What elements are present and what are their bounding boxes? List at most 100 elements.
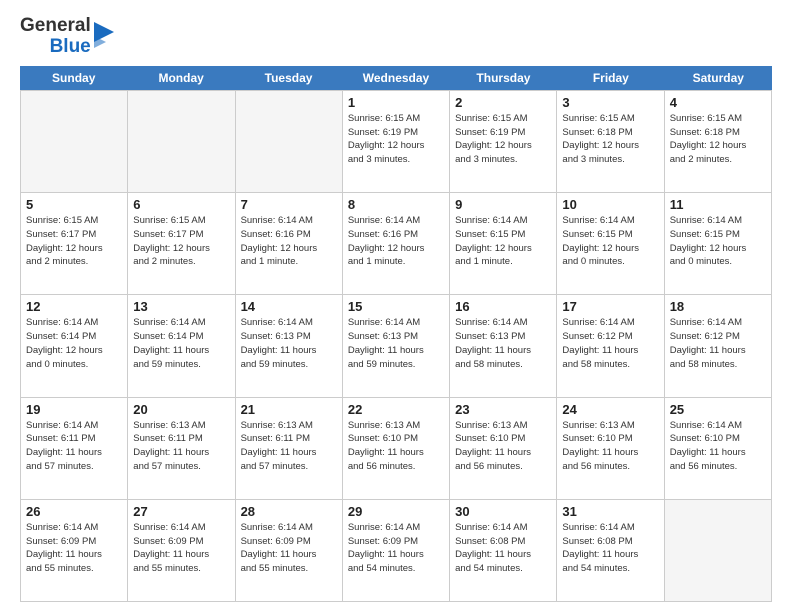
cell-info: Sunrise: 6:14 AM Sunset: 6:14 PM Dayligh… bbox=[26, 316, 122, 371]
calendar-cell-22: 22 Sunrise: 6:13 AM Sunset: 6:10 PM Dayli… bbox=[343, 398, 450, 500]
cell-info: Sunrise: 6:14 AM Sunset: 6:13 PM Dayligh… bbox=[455, 316, 551, 371]
cell-date: 7 bbox=[241, 197, 337, 212]
day-header-monday: Monday bbox=[127, 66, 234, 90]
cell-date: 23 bbox=[455, 402, 551, 417]
calendar-cell-17: 17Sunrise: 6:14 AM Sunset: 6:12 PM Dayli… bbox=[557, 295, 664, 397]
cell-info: Sunrise: 6:13 AM Sunset: 6:10 PM Dayligh… bbox=[348, 419, 444, 474]
cell-date: 25 bbox=[670, 402, 766, 417]
cell-date: 28 bbox=[241, 504, 337, 519]
cell-info: Sunrise: 6:13 AM Sunset: 6:10 PM Dayligh… bbox=[562, 419, 658, 474]
calendar-cell-13: 13Sunrise: 6:14 AM Sunset: 6:14 PM Dayli… bbox=[128, 295, 235, 397]
cell-date: 11 bbox=[670, 197, 766, 212]
cell-info: Sunrise: 6:14 AM Sunset: 6:13 PM Dayligh… bbox=[241, 316, 337, 371]
cell-date: 29 bbox=[348, 504, 444, 519]
cell-date: 5 bbox=[26, 197, 122, 212]
calendar-cell-15: 15 Sunrise: 6:14 AM Sunset: 6:13 PM Dayli… bbox=[343, 295, 450, 397]
calendar-cell-11: 11 Sunrise: 6:14 AM Sunset: 6:15 PM Dayli… bbox=[665, 193, 772, 295]
cell-date: 10 bbox=[562, 197, 658, 212]
cell-info: Sunrise: 6:14 AM Sunset: 6:09 PM Dayligh… bbox=[26, 521, 122, 576]
calendar-grid: 1 Sunrise: 6:15 AM Sunset: 6:19 PM Daylig… bbox=[20, 90, 772, 602]
day-header-sunday: Sunday bbox=[20, 66, 127, 90]
cell-info: Sunrise: 6:14 AM Sunset: 6:16 PM Dayligh… bbox=[241, 214, 337, 269]
empty-cell bbox=[236, 91, 343, 193]
cell-info: Sunrise: 6:15 AM Sunset: 6:19 PM Dayligh… bbox=[348, 112, 444, 167]
cell-info: Sunrise: 6:14 AM Sunset: 6:12 PM Dayligh… bbox=[562, 316, 658, 371]
calendar-cell-7: 7 Sunrise: 6:14 AM Sunset: 6:16 PM Daylig… bbox=[236, 193, 343, 295]
calendar-cell-6: 6Sunrise: 6:15 AM Sunset: 6:17 PM Daylig… bbox=[128, 193, 235, 295]
day-header-tuesday: Tuesday bbox=[235, 66, 342, 90]
calendar: SundayMondayTuesdayWednesdayThursdayFrid… bbox=[20, 66, 772, 602]
cell-info: Sunrise: 6:14 AM Sunset: 6:15 PM Dayligh… bbox=[455, 214, 551, 269]
cell-info: Sunrise: 6:14 AM Sunset: 6:09 PM Dayligh… bbox=[133, 521, 229, 576]
cell-date: 12 bbox=[26, 299, 122, 314]
cell-date: 9 bbox=[455, 197, 551, 212]
cell-info: Sunrise: 6:14 AM Sunset: 6:10 PM Dayligh… bbox=[670, 419, 766, 474]
cell-date: 6 bbox=[133, 197, 229, 212]
cell-info: Sunrise: 6:14 AM Sunset: 6:08 PM Dayligh… bbox=[562, 521, 658, 576]
cell-info: Sunrise: 6:14 AM Sunset: 6:15 PM Dayligh… bbox=[562, 214, 658, 269]
cell-date: 4 bbox=[670, 95, 766, 110]
cell-date: 14 bbox=[241, 299, 337, 314]
logo: General Blue bbox=[20, 16, 114, 58]
cell-info: Sunrise: 6:15 AM Sunset: 6:19 PM Dayligh… bbox=[455, 112, 551, 167]
cell-date: 19 bbox=[26, 402, 122, 417]
empty-cell bbox=[21, 91, 128, 193]
calendar-cell-8: 8 Sunrise: 6:14 AM Sunset: 6:16 PM Daylig… bbox=[343, 193, 450, 295]
cell-date: 2 bbox=[455, 95, 551, 110]
cell-date: 20 bbox=[133, 402, 229, 417]
cell-info: Sunrise: 6:15 AM Sunset: 6:18 PM Dayligh… bbox=[670, 112, 766, 167]
calendar-cell-10: 10 Sunrise: 6:14 AM Sunset: 6:15 PM Dayli… bbox=[557, 193, 664, 295]
day-header-thursday: Thursday bbox=[450, 66, 557, 90]
cell-date: 30 bbox=[455, 504, 551, 519]
empty-cell bbox=[665, 500, 772, 602]
cell-date: 1 bbox=[348, 95, 444, 110]
cell-date: 8 bbox=[348, 197, 444, 212]
cell-info: Sunrise: 6:14 AM Sunset: 6:16 PM Dayligh… bbox=[348, 214, 444, 269]
calendar-cell-2: 2 Sunrise: 6:15 AM Sunset: 6:19 PM Daylig… bbox=[450, 91, 557, 193]
calendar-cell-21: 21 Sunrise: 6:13 AM Sunset: 6:11 PM Dayli… bbox=[236, 398, 343, 500]
calendar-cell-14: 14 Sunrise: 6:14 AM Sunset: 6:13 PM Dayli… bbox=[236, 295, 343, 397]
calendar-cell-30: 30 Sunrise: 6:14 AM Sunset: 6:08 PM Dayli… bbox=[450, 500, 557, 602]
cell-info: Sunrise: 6:14 AM Sunset: 6:12 PM Dayligh… bbox=[670, 316, 766, 371]
cell-date: 16 bbox=[455, 299, 551, 314]
calendar-cell-9: 9 Sunrise: 6:14 AM Sunset: 6:15 PM Daylig… bbox=[450, 193, 557, 295]
calendar-cell-29: 29 Sunrise: 6:14 AM Sunset: 6:09 PM Dayli… bbox=[343, 500, 450, 602]
cell-info: Sunrise: 6:15 AM Sunset: 6:18 PM Dayligh… bbox=[562, 112, 658, 167]
cell-date: 22 bbox=[348, 402, 444, 417]
calendar-cell-4: 4 Sunrise: 6:15 AM Sunset: 6:18 PM Daylig… bbox=[665, 91, 772, 193]
logo-triangle-icon bbox=[94, 20, 114, 54]
calendar-cell-28: 28 Sunrise: 6:14 AM Sunset: 6:09 PM Dayli… bbox=[236, 500, 343, 602]
calendar-cell-25: 25 Sunrise: 6:14 AM Sunset: 6:10 PM Dayli… bbox=[665, 398, 772, 500]
cell-date: 31 bbox=[562, 504, 658, 519]
day-header-saturday: Saturday bbox=[665, 66, 772, 90]
empty-cell bbox=[128, 91, 235, 193]
calendar-cell-31: 31 Sunrise: 6:14 AM Sunset: 6:08 PM Dayli… bbox=[557, 500, 664, 602]
cell-date: 24 bbox=[562, 402, 658, 417]
day-header-friday: Friday bbox=[557, 66, 664, 90]
calendar-cell-16: 16 Sunrise: 6:14 AM Sunset: 6:13 PM Dayli… bbox=[450, 295, 557, 397]
cell-info: Sunrise: 6:15 AM Sunset: 6:17 PM Dayligh… bbox=[26, 214, 122, 269]
calendar-cell-27: 27Sunrise: 6:14 AM Sunset: 6:09 PM Dayli… bbox=[128, 500, 235, 602]
cell-info: Sunrise: 6:13 AM Sunset: 6:10 PM Dayligh… bbox=[455, 419, 551, 474]
cell-date: 15 bbox=[348, 299, 444, 314]
page: General Blue SundayMondayTuesdayWednesda… bbox=[0, 0, 792, 612]
cell-info: Sunrise: 6:14 AM Sunset: 6:13 PM Dayligh… bbox=[348, 316, 444, 371]
calendar-cell-26: 26Sunrise: 6:14 AM Sunset: 6:09 PM Dayli… bbox=[21, 500, 128, 602]
calendar-cell-3: 3Sunrise: 6:15 AM Sunset: 6:18 PM Daylig… bbox=[557, 91, 664, 193]
cell-info: Sunrise: 6:13 AM Sunset: 6:11 PM Dayligh… bbox=[241, 419, 337, 474]
cell-date: 21 bbox=[241, 402, 337, 417]
calendar-cell-19: 19 Sunrise: 6:14 AM Sunset: 6:11 PM Dayli… bbox=[21, 398, 128, 500]
header: General Blue bbox=[20, 16, 772, 58]
day-headers: SundayMondayTuesdayWednesdayThursdayFrid… bbox=[20, 66, 772, 90]
cell-info: Sunrise: 6:14 AM Sunset: 6:08 PM Dayligh… bbox=[455, 521, 551, 576]
cell-info: Sunrise: 6:14 AM Sunset: 6:09 PM Dayligh… bbox=[348, 521, 444, 576]
cell-info: Sunrise: 6:14 AM Sunset: 6:15 PM Dayligh… bbox=[670, 214, 766, 269]
cell-info: Sunrise: 6:14 AM Sunset: 6:09 PM Dayligh… bbox=[241, 521, 337, 576]
logo-general: General bbox=[20, 16, 91, 37]
calendar-cell-18: 18Sunrise: 6:14 AM Sunset: 6:12 PM Dayli… bbox=[665, 295, 772, 397]
calendar-cell-1: 1 Sunrise: 6:15 AM Sunset: 6:19 PM Daylig… bbox=[343, 91, 450, 193]
cell-info: Sunrise: 6:14 AM Sunset: 6:11 PM Dayligh… bbox=[26, 419, 122, 474]
calendar-cell-24: 24 Sunrise: 6:13 AM Sunset: 6:10 PM Dayli… bbox=[557, 398, 664, 500]
calendar-cell-23: 23 Sunrise: 6:13 AM Sunset: 6:10 PM Dayli… bbox=[450, 398, 557, 500]
calendar-cell-20: 20Sunrise: 6:13 AM Sunset: 6:11 PM Dayli… bbox=[128, 398, 235, 500]
